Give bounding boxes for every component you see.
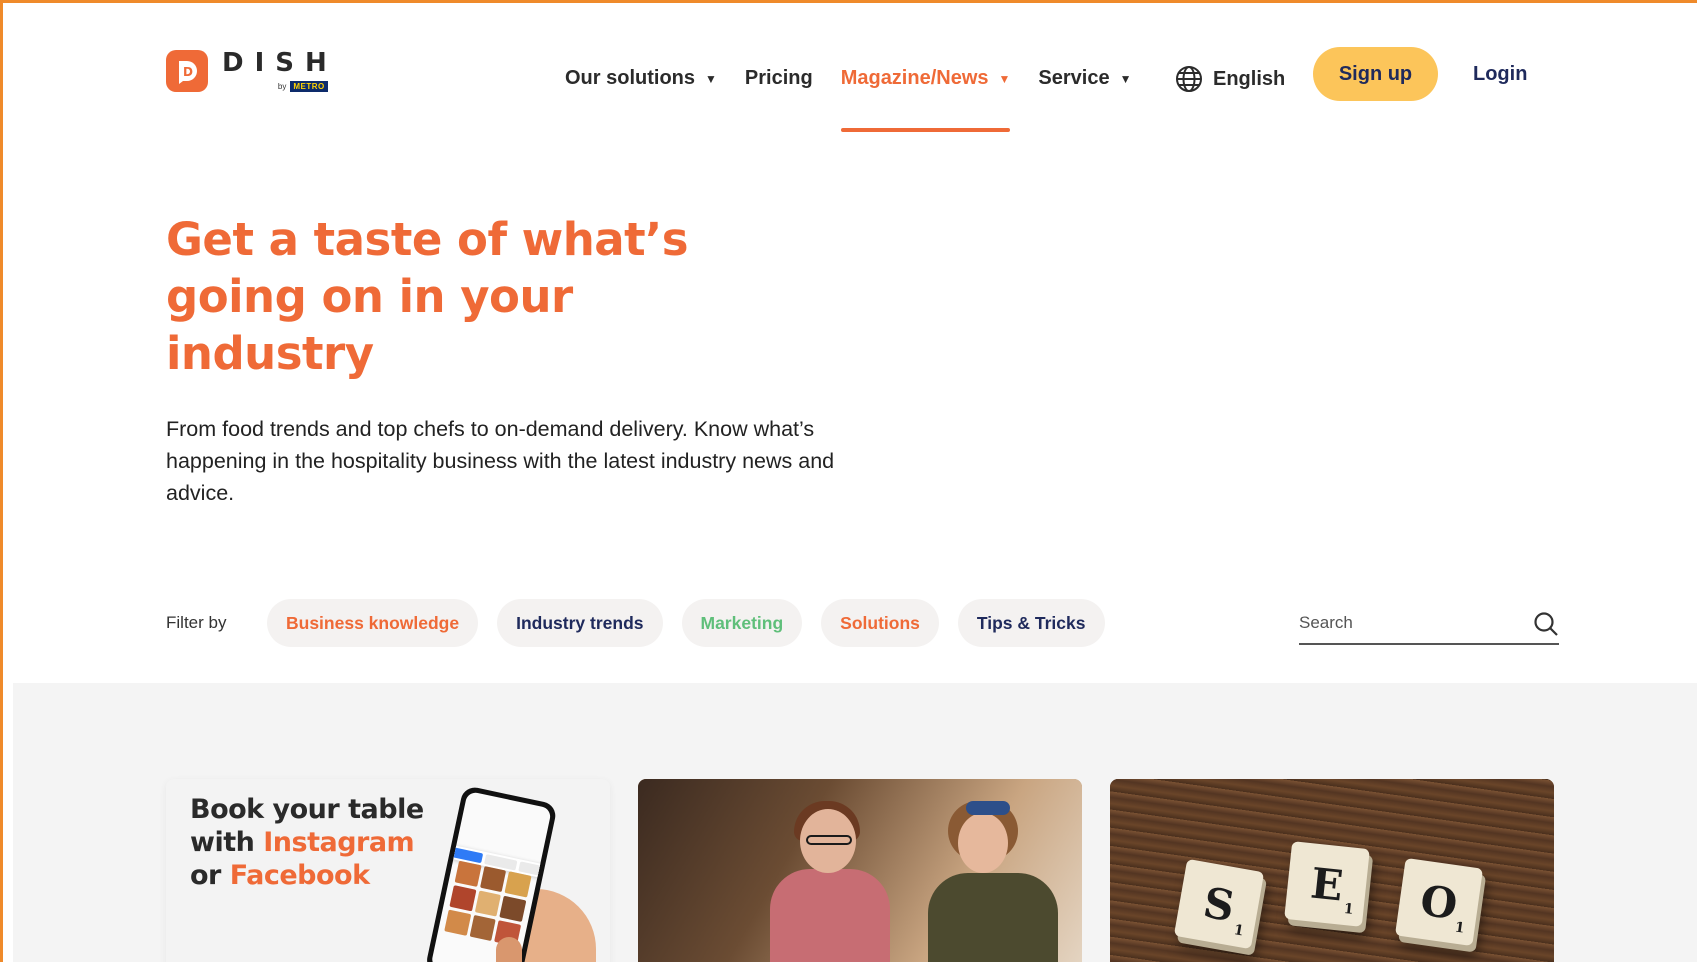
chip-solutions[interactable]: Solutions [821, 599, 939, 647]
dish-logo-icon: D [166, 49, 208, 92]
globe-icon [1176, 66, 1202, 92]
chip-label: Business knowledge [286, 612, 460, 633]
tile-points: 1 [1453, 919, 1466, 937]
tile-letter: S [1199, 877, 1239, 931]
caret-down-icon: ▼ [1119, 71, 1132, 86]
magnifier-icon[interactable] [1533, 611, 1559, 637]
caret-down-icon: ▼ [998, 71, 1011, 86]
logo-by-metro: by METRO [222, 81, 328, 92]
nav-label: Pricing [744, 67, 813, 89]
logo-by-label: by [277, 82, 287, 91]
chip-marketing[interactable]: Marketing [681, 599, 803, 647]
filter-bar: Filter by Business knowledge Industry tr… [166, 599, 1566, 649]
promo-line: or Facebook [190, 859, 424, 892]
tile-points: 1 [1232, 922, 1245, 940]
chip-tips-tricks[interactable]: Tips & Tricks [957, 599, 1105, 647]
chip-industry-trends[interactable]: Industry trends [497, 599, 663, 647]
woman-photo [770, 799, 890, 962]
article-card[interactable]: S 1 E 1 O 1 [1110, 779, 1554, 962]
nav-label: Service [1038, 67, 1110, 89]
promo-line: with Instagram [190, 826, 424, 859]
promo-text-part: with [190, 827, 264, 858]
nav-item-magazine-news[interactable]: Magazine/News ▼ [840, 67, 1011, 132]
page: D DISH by METRO Our solutions ▼ Pricing … [13, 11, 1697, 962]
promo-text: Book your table with Instagram or Facebo… [190, 793, 424, 892]
chip-business-knowledge[interactable]: Business knowledge [267, 599, 479, 647]
signup-button[interactable]: Sign up [1313, 47, 1438, 101]
nav-item-service[interactable]: Service ▼ [1038, 67, 1131, 90]
chip-label: Industry trends [516, 612, 644, 633]
tile-letter: O [1417, 875, 1461, 929]
chip-label: Solutions [840, 612, 920, 633]
scrabble-tile: E 1 [1284, 841, 1370, 927]
article-card[interactable]: Book your table with Instagram or Facebo… [166, 779, 610, 962]
nav-item-our-solutions[interactable]: Our solutions ▼ [565, 67, 717, 90]
search-box [1299, 603, 1559, 645]
hero-title: Get a taste of what’s going on in your i… [166, 213, 689, 380]
svg-text:D: D [183, 65, 193, 79]
search-input[interactable] [1299, 613, 1519, 633]
filter-chips: Business knowledge Industry trends Marke… [267, 599, 1124, 647]
nav-label: Magazine/News [840, 67, 989, 89]
woman-photo [928, 793, 1058, 962]
tile-points: 1 [1342, 900, 1355, 918]
nav-item-pricing[interactable]: Pricing [745, 67, 813, 90]
promo-text-part: or [190, 860, 230, 891]
tile-letter: E [1308, 857, 1346, 911]
brand-name: DISH [222, 48, 338, 78]
promo-highlight: Facebook [229, 860, 370, 891]
page-frame: D DISH by METRO Our solutions ▼ Pricing … [0, 0, 1697, 962]
promo-line: Book your table [190, 794, 424, 825]
scrabble-tile: S 1 [1173, 858, 1265, 950]
article-card[interactable] [638, 779, 1082, 962]
dish-logo[interactable]: D DISH by METRO [166, 49, 338, 92]
nav-label: Our solutions [565, 67, 695, 89]
language-label: English [1213, 67, 1286, 90]
phone-photo-grid [444, 860, 532, 947]
main-nav: Our solutions ▼ Pricing Magazine/News ▼ … [565, 67, 1159, 132]
login-link[interactable]: Login [1473, 63, 1527, 86]
chip-label: Tips & Tricks [976, 612, 1086, 633]
chip-label: Marketing [700, 612, 784, 633]
finger-illustration [496, 937, 522, 962]
metro-logo: METRO [290, 81, 328, 92]
hero-subtitle: From food trends and top chefs to on-dem… [166, 417, 835, 505]
caret-down-icon: ▼ [705, 71, 717, 86]
promo-highlight: Instagram [263, 827, 415, 858]
logo-text: DISH by METRO [222, 49, 338, 92]
scrabble-tile: O 1 [1394, 857, 1484, 947]
filter-label: Filter by [166, 613, 227, 632]
site-header: D DISH by METRO Our solutions ▼ Pricing … [13, 11, 1697, 146]
language-selector[interactable]: English [1175, 65, 1285, 93]
